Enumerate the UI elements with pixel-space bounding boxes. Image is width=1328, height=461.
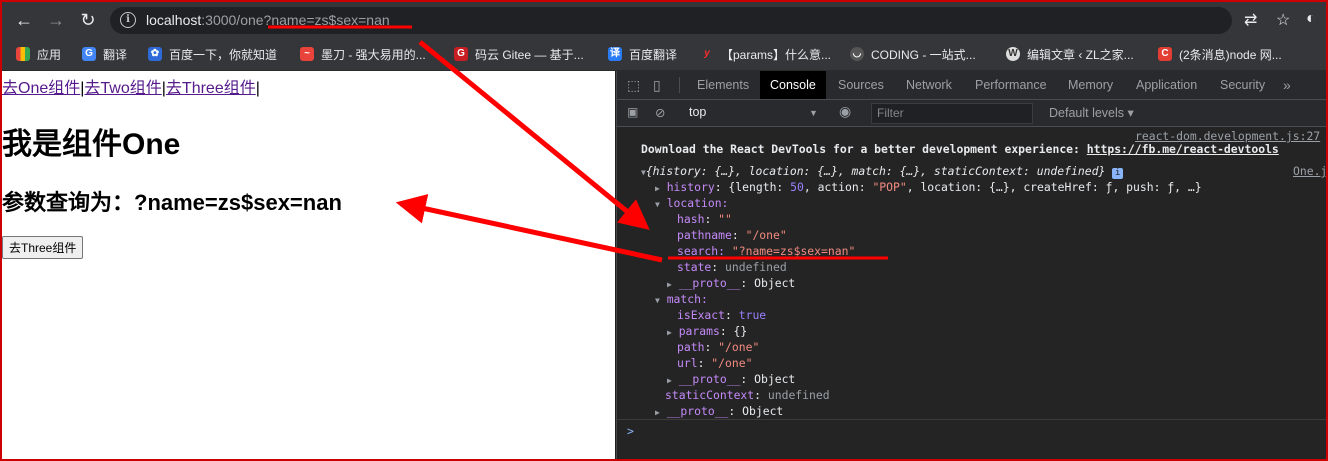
pathname-line: pathname: "/one" bbox=[677, 228, 787, 242]
console-output: react-dom.development.js:27 Download the… bbox=[617, 127, 1326, 459]
bookmark-zl[interactable]: W 编辑文章 ‹ ZL之家... bbox=[1006, 45, 1134, 63]
console-prompt[interactable]: > bbox=[627, 424, 634, 439]
path-line: path: "/one" bbox=[677, 340, 760, 354]
eye-icon[interactable]: ◉ bbox=[839, 103, 851, 120]
tab-sources[interactable]: Sources bbox=[838, 71, 884, 99]
inspect-icon[interactable]: ⬚ bbox=[627, 71, 640, 99]
translate-icon[interactable]: ⇄ bbox=[1244, 10, 1257, 30]
bookmark-csdn[interactable]: C (2条消息)node 网... bbox=[1158, 45, 1282, 63]
page-title: 我是组件One bbox=[2, 128, 181, 161]
bookmark-params[interactable]: y 【params】什么意... bbox=[700, 45, 831, 63]
browser-toolbar: ← → ↻ i localhost:3000/one?name=zs$sex=n… bbox=[2, 2, 1326, 38]
link-separator: | bbox=[255, 80, 260, 97]
browser-window: ← → ↻ i localhost:3000/one?name=zs$sex=n… bbox=[0, 0, 1328, 461]
bookmark-modao[interactable]: ~ 墨刀 - 强大易用的... bbox=[300, 45, 426, 63]
tab-performance[interactable]: Performance bbox=[975, 71, 1047, 99]
location-line[interactable]: ▼ location: bbox=[655, 196, 728, 212]
more-tabs-icon[interactable]: » bbox=[1283, 71, 1291, 99]
search-line: search: "?name=zs$sex=nan" bbox=[677, 244, 856, 258]
expand-right-icon[interactable]: ▶ bbox=[655, 408, 660, 417]
tab-network[interactable]: Network bbox=[906, 71, 952, 99]
back-icon[interactable]: ← bbox=[14, 10, 34, 30]
modao-icon: ~ bbox=[300, 47, 314, 61]
baidu-paw-icon: ✿ bbox=[148, 47, 162, 61]
tab-memory[interactable]: Memory bbox=[1068, 71, 1113, 99]
console-toolbar: ▣ ⊘ top ▼ ◉ Filter Default levels ▾ bbox=[617, 100, 1326, 127]
devtools-panel: ⬚ ▯ Elements Console Sources Network Per… bbox=[616, 71, 1326, 459]
query-text: 参数查询为：?name=zs$sex=nan bbox=[2, 190, 342, 215]
link-one[interactable]: 去One组件 bbox=[2, 80, 80, 97]
object-summary[interactable]: ▼{history: {…}, location: {…}, match: {…… bbox=[641, 164, 1124, 180]
expand-right-icon[interactable]: ▶ bbox=[667, 328, 672, 337]
y-logo-icon: y bbox=[704, 48, 710, 59]
tab-security[interactable]: Security bbox=[1220, 71, 1265, 99]
history-line[interactable]: ▶ history: {length: 50, action: "POP", l… bbox=[655, 180, 1202, 196]
reload-icon[interactable]: ↻ bbox=[78, 10, 98, 30]
coding-icon: ◡ bbox=[850, 47, 864, 61]
sidebar-toggle-icon[interactable]: ▣ bbox=[627, 105, 638, 119]
expand-right-icon[interactable]: ▶ bbox=[655, 184, 660, 193]
bookmark-gitee[interactable]: G 码云 Gitee — 基于... bbox=[454, 45, 584, 63]
tab-application[interactable]: Application bbox=[1136, 71, 1197, 99]
staticcontext-line: staticContext: undefined bbox=[665, 388, 830, 402]
forward-icon[interactable]: → bbox=[46, 10, 66, 30]
bookmark-baidu[interactable]: ✿ 百度一下，你就知道 bbox=[148, 45, 277, 63]
react-devtools-link[interactable]: https://fb.me/react-devtools bbox=[1087, 142, 1279, 156]
clear-console-icon[interactable]: ⊘ bbox=[655, 105, 665, 120]
device-toggle-icon[interactable]: ▯ bbox=[653, 71, 661, 99]
url-line: url: "/one" bbox=[677, 356, 753, 370]
go-three-button[interactable]: 去Three组件 bbox=[2, 236, 84, 259]
root-proto-line[interactable]: ▶ __proto__: Object bbox=[655, 404, 783, 420]
csdn-icon: C bbox=[1158, 47, 1172, 61]
bookmarks-bar: 应用 G 翻译 ✿ 百度一下，你就知道 ~ 墨刀 - 强大易用的... G 码云 Git… bbox=[2, 38, 1326, 71]
address-bar[interactable]: i localhost:3000/one?name=zs$sex=nan bbox=[110, 7, 1232, 34]
bookmark-baidu-fanyi[interactable]: 译百度翻译 bbox=[608, 45, 677, 63]
expand-right-icon[interactable]: ▶ bbox=[667, 280, 672, 289]
tab-console[interactable]: Console bbox=[760, 71, 826, 99]
filter-input[interactable]: Filter bbox=[871, 103, 1033, 124]
account-icon[interactable]: ◐ bbox=[1306, 10, 1316, 28]
bookmark-star-icon[interactable]: ☆ bbox=[1276, 10, 1290, 30]
match-line[interactable]: ▼ match: bbox=[655, 292, 708, 308]
apps-grid-icon bbox=[16, 47, 30, 61]
devtools-tabs: ⬚ ▯ Elements Console Sources Network Per… bbox=[617, 71, 1326, 100]
bookmark-translate[interactable]: G 翻译 bbox=[82, 45, 127, 63]
wordpress-icon: W bbox=[1006, 47, 1020, 61]
google-translate-icon: G bbox=[82, 47, 96, 61]
url-text[interactable]: localhost:3000/one?name=zs$sex=nan bbox=[146, 12, 390, 28]
state-line: state: undefined bbox=[677, 260, 787, 274]
log-levels-select[interactable]: Default levels ▾ bbox=[1049, 105, 1134, 120]
bookmark-coding[interactable]: ◡ CODING - 一站式... bbox=[850, 45, 976, 63]
context-select[interactable]: top bbox=[689, 105, 706, 119]
chevron-down-icon[interactable]: ▼ bbox=[809, 108, 818, 118]
object-source-link[interactable]: One.j bbox=[1293, 164, 1326, 179]
console-message: Download the React DevTools for a better… bbox=[641, 142, 1279, 156]
match-proto-line[interactable]: ▶ __proto__: Object bbox=[667, 372, 795, 388]
baidu-fanyi-icon: 译 bbox=[608, 47, 622, 61]
params-line[interactable]: ▶ params: {} bbox=[667, 324, 747, 340]
site-info-icon[interactable]: i bbox=[120, 12, 136, 28]
info-badge-icon: i bbox=[1112, 168, 1124, 179]
expand-down-icon[interactable]: ▼ bbox=[655, 296, 660, 305]
bookmark-apps[interactable]: 应用 bbox=[16, 45, 61, 63]
expand-right-icon[interactable]: ▶ bbox=[667, 376, 672, 385]
tab-elements[interactable]: Elements bbox=[697, 71, 749, 99]
nav-links: 去One组件|去Two组件|去Three组件| bbox=[2, 74, 260, 98]
page-viewport: 去One组件|去Two组件|去Three组件| 我是组件One 参数查询为：?n… bbox=[2, 71, 615, 459]
isexact-line: isExact: true bbox=[677, 308, 767, 322]
link-three[interactable]: 去Three组件 bbox=[166, 80, 256, 97]
hash-line: hash: "" bbox=[677, 212, 732, 226]
gitee-icon: G bbox=[454, 47, 468, 61]
location-proto-line[interactable]: ▶ __proto__: Object bbox=[667, 276, 795, 292]
link-two[interactable]: 去Two组件 bbox=[84, 80, 161, 97]
expand-down-icon[interactable]: ▼ bbox=[655, 200, 660, 209]
